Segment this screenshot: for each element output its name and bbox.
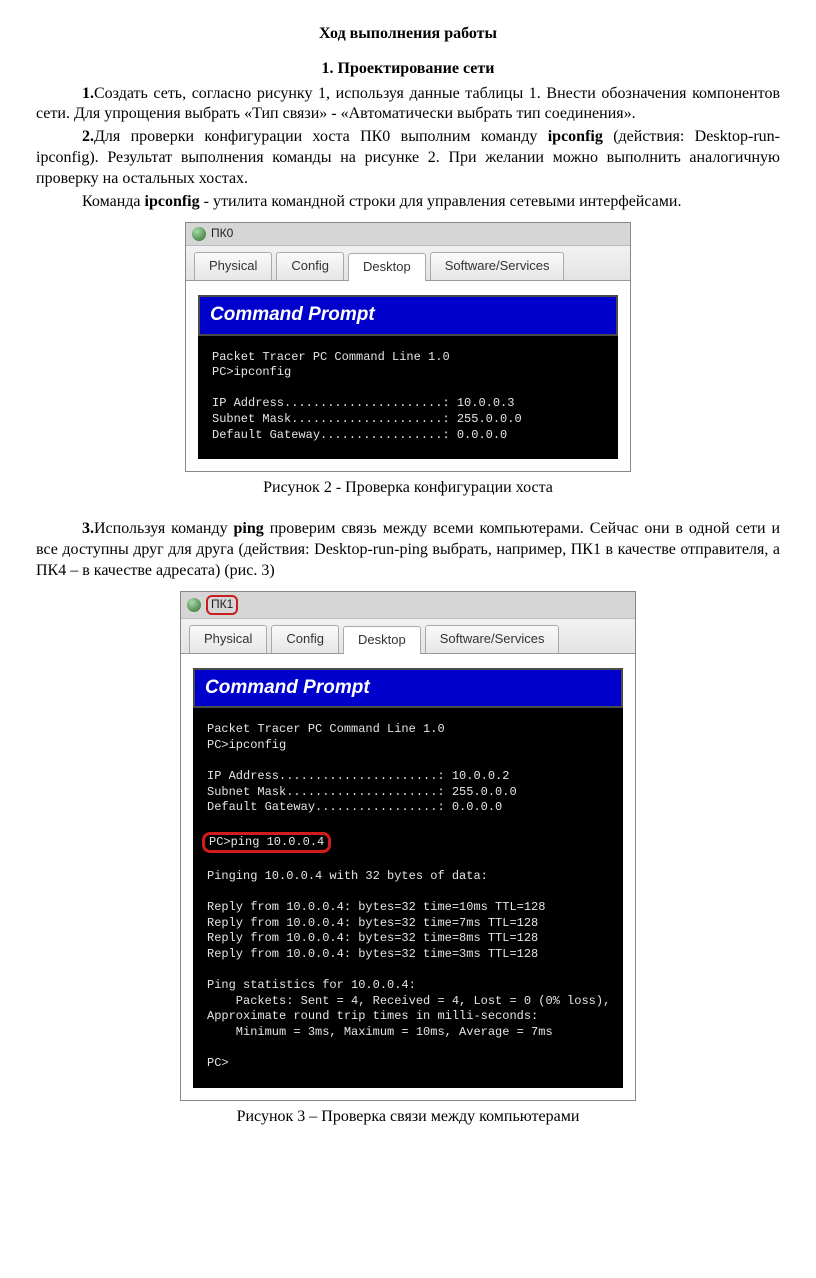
page-title: Ход выполнения работы: [36, 24, 780, 45]
terminal-output[interactable]: Packet Tracer PC Command Line 1.0 PC>ipc…: [193, 708, 623, 1087]
terminal-post: Pinging 10.0.0.4 with 32 bytes of data: …: [207, 869, 610, 1070]
figure-caption-2: Рисунок 2 - Проверка конфигурации хоста: [36, 478, 780, 499]
command-ipconfig: ipconfig: [145, 193, 200, 210]
window-titlebar: ПК0: [186, 223, 630, 245]
command-prompt-title: Command Prompt: [193, 668, 623, 709]
figure-ipconfig-window: ПК0 Physical Config Desktop Software/Ser…: [185, 222, 631, 472]
tab-physical[interactable]: Physical: [189, 625, 267, 653]
paragraph-4: 3.Используя команду ping проверим связь …: [36, 519, 780, 581]
globe-icon: [187, 598, 201, 612]
paragraph-1: 1.Создать сеть, согласно рисунку 1, испо…: [36, 84, 780, 126]
command-ping: ping: [234, 520, 264, 537]
text: Команда: [82, 193, 145, 210]
command-ipconfig: ipconfig: [548, 128, 603, 145]
window-titlebar: ПК1: [181, 592, 635, 618]
ping-command-highlight: PC>ping 10.0.0.4: [202, 832, 331, 854]
figure-ping-window: ПК1 Physical Config Desktop Software/Ser…: [180, 591, 636, 1100]
terminal-output[interactable]: Packet Tracer PC Command Line 1.0 PC>ipc…: [198, 336, 618, 460]
pk-highlight: ПК1: [206, 595, 238, 615]
figure-caption-3: Рисунок 3 – Проверка связи между компьют…: [36, 1107, 780, 1128]
tabs-bar: Physical Config Desktop Software/Service…: [181, 618, 635, 654]
window-title: ПК1: [211, 597, 233, 611]
terminal-pre: Packet Tracer PC Command Line 1.0 PC>ipc…: [207, 722, 517, 814]
text: - утилита командной строки для управлени…: [200, 193, 682, 210]
tab-config[interactable]: Config: [271, 625, 339, 653]
tab-desktop[interactable]: Desktop: [343, 626, 421, 654]
tab-content: Command Prompt Packet Tracer PC Command …: [186, 281, 630, 471]
section-title: 1. Проектирование сети: [36, 59, 780, 80]
paragraph-3: Команда ipconfig - утилита командной стр…: [36, 192, 780, 213]
item-number-2: 2.: [82, 128, 94, 145]
command-prompt-title: Command Prompt: [198, 295, 618, 336]
tab-content: Command Prompt Packet Tracer PC Command …: [181, 654, 635, 1100]
text: Используя команду: [94, 520, 234, 537]
tab-config[interactable]: Config: [276, 252, 344, 280]
text: Создать сеть, согласно рисунку 1, исполь…: [36, 85, 780, 123]
item-number-1: 1.: [82, 85, 94, 102]
tab-software-services[interactable]: Software/Services: [425, 625, 560, 653]
globe-icon: [192, 227, 206, 241]
tab-physical[interactable]: Physical: [194, 252, 272, 280]
tabs-bar: Physical Config Desktop Software/Service…: [186, 245, 630, 281]
tab-desktop[interactable]: Desktop: [348, 253, 426, 281]
tab-software-services[interactable]: Software/Services: [430, 252, 565, 280]
window-title: ПК0: [211, 226, 233, 242]
text: Для проверки конфигурации хоста ПК0 выпо…: [94, 128, 548, 145]
item-number-3: 3.: [82, 520, 94, 537]
paragraph-2: 2.Для проверки конфигурации хоста ПК0 вы…: [36, 127, 780, 189]
